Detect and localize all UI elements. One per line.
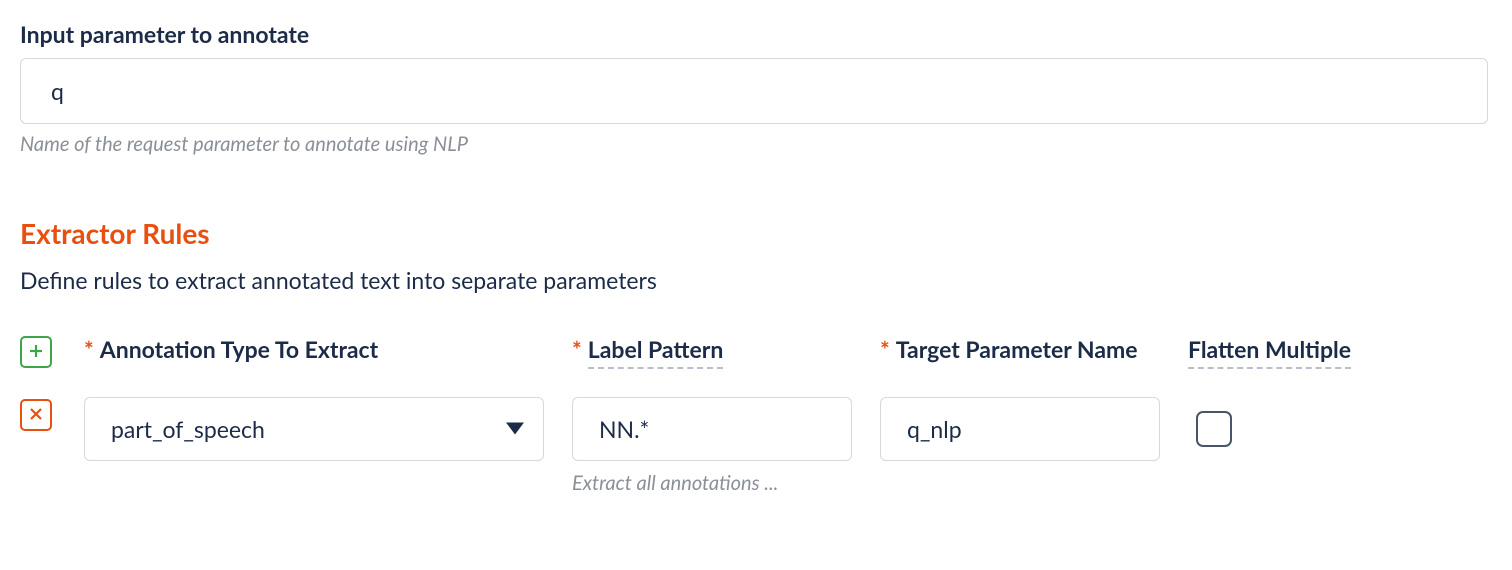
input-parameter-field: Input parameter to annotate Name of the … [20, 20, 1492, 156]
close-icon [28, 406, 44, 425]
annotation-type-select[interactable] [84, 397, 544, 461]
input-parameter-input[interactable] [20, 58, 1488, 124]
delete-rule-button[interactable] [20, 399, 52, 431]
target-parameter-input[interactable] [880, 397, 1160, 461]
label-pattern-header: *Label Pattern [572, 334, 852, 369]
target-parameter-header: *Target Parameter Name [880, 334, 1160, 365]
extractor-rules-heading: Extractor Rules [20, 216, 1492, 250]
required-asterisk: * [572, 335, 582, 363]
table-header-row: *Annotation Type To Extract *Label Patte… [20, 334, 1492, 369]
extractor-rules-table: *Annotation Type To Extract *Label Patte… [20, 334, 1492, 495]
extractor-rules-section: Extractor Rules Define rules to extract … [20, 216, 1492, 495]
label-pattern-help: Extract all annotations ... [572, 471, 852, 495]
flatten-multiple-header: Flatten Multiple [1188, 334, 1428, 369]
label-pattern-input[interactable] [572, 397, 852, 461]
table-row: Extract all annotations ... [20, 397, 1492, 495]
annotation-type-header: *Annotation Type To Extract [84, 334, 544, 365]
required-asterisk: * [84, 335, 94, 363]
add-rule-button[interactable] [20, 336, 52, 368]
input-parameter-help: Name of the request parameter to annotat… [20, 132, 1492, 156]
required-asterisk: * [880, 335, 890, 363]
extractor-rules-description: Define rules to extract annotated text i… [20, 266, 1492, 294]
plus-icon [28, 343, 44, 362]
input-parameter-label: Input parameter to annotate [20, 20, 1492, 48]
flatten-multiple-checkbox[interactable] [1196, 411, 1232, 447]
